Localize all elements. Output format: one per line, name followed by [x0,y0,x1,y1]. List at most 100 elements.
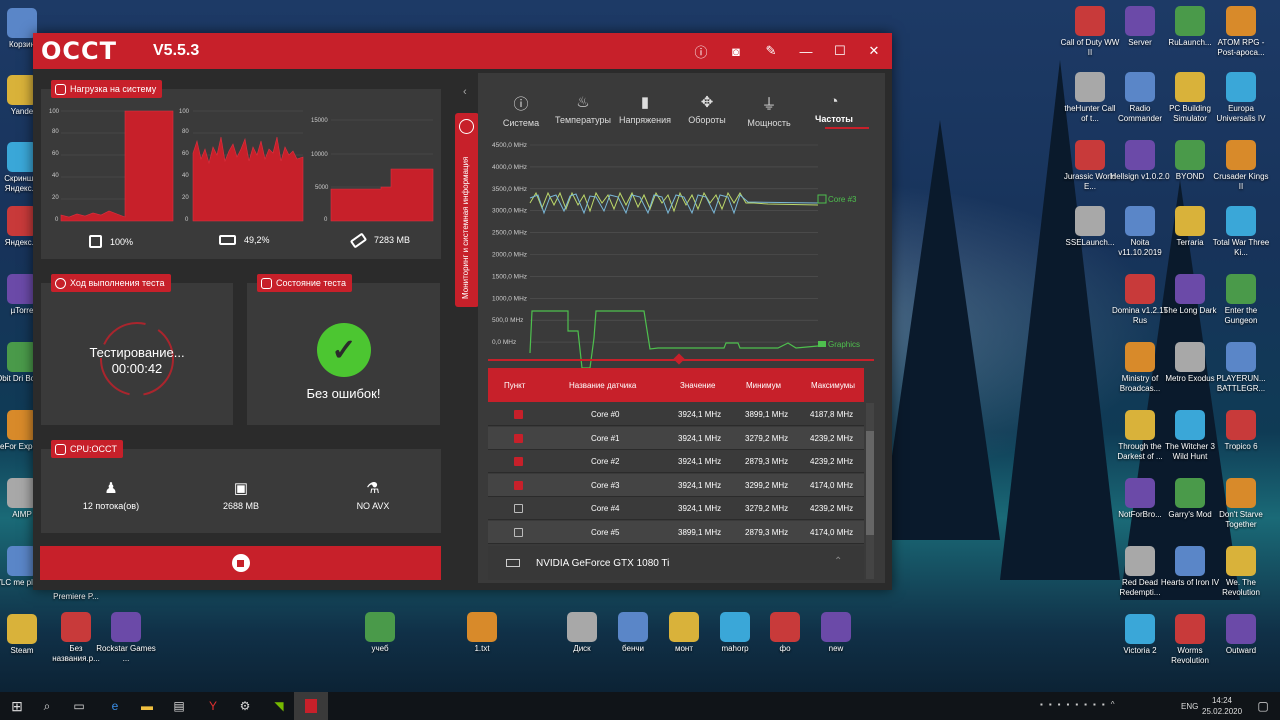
panel-title-state: Состояние теста [257,274,352,292]
memory-value: 2688 MB [222,501,260,511]
task-view-icon[interactable]: ▭ [62,692,96,720]
tab-0[interactable]: ⓘ Система [490,93,552,128]
table-row[interactable]: Core #5 3899,1 MHz 2879,3 MHz 4174,0 MHz [488,520,864,544]
desktop-icon-label: Rockstar Games ... [96,644,156,663]
table-scrollbar[interactable] [866,403,874,579]
header-max[interactable]: Максимумы [811,381,855,390]
sensor-checkbox[interactable] [514,480,523,490]
desktop-icon[interactable]: PLAYERUN... BATTLEGR... [1211,342,1271,394]
app-icon [720,612,750,642]
desktop-icon[interactable]: new [806,612,866,654]
cell-name: Core #4 [591,504,620,513]
app-icon [1226,140,1256,170]
desktop-icon[interactable]: Steam [0,614,52,656]
clock[interactable]: 14:24 25.02.2020 [1202,695,1242,717]
store-icon[interactable]: ▤ [162,692,196,720]
header-min[interactable]: Минимум [746,381,781,390]
search-icon[interactable]: ⌕ [30,692,64,720]
desktop-icon-label: PLAYERUN... BATTLEGR... [1216,374,1266,393]
sensor-checkbox[interactable] [514,504,523,513]
tab-4[interactable]: ⏚ Мощность [738,93,800,128]
gpu-group-name: NVIDIA GeForce GTX 1080 Ti [536,558,670,569]
threads-value: 12 потока(ов) [82,501,140,511]
monitoring-side-tab[interactable]: Мониторинг и системная информация [455,113,479,307]
table-row[interactable]: Core #0 3924,1 MHz 3899,1 MHz 4187,8 MHz [488,403,864,426]
stop-test-button[interactable] [40,546,441,580]
desktop-icon[interactable]: Total War Three Ki... [1211,206,1271,258]
sensor-checkbox[interactable] [514,457,523,466]
edge-icon[interactable]: e [98,692,132,720]
ram-tick: 60 [182,151,189,157]
windows-start-icon[interactable]: ⊞ [0,692,34,720]
desktop-icon[interactable]: We. The Revolution [1211,546,1271,598]
header-sensor-name[interactable]: Название датчика [569,381,636,390]
freq-tick: 3500,0 MHz [492,186,527,193]
cell-min: 3899,1 MHz [745,410,789,419]
collapse-arrow-icon[interactable]: ‹ [463,86,467,98]
desktop-icon-label: Steam [10,646,34,655]
app-icon [1175,546,1205,576]
yandex-browser-icon[interactable]: Y [196,692,230,720]
camera-icon[interactable]: ◙ [726,41,746,61]
thermometer-icon: ♨ [576,94,590,111]
desktop-icon-label: new [828,644,844,653]
close-button[interactable]: ✕ [864,41,884,61]
desktop-icon[interactable]: Tropico 6 [1211,410,1271,452]
desktop-icon[interactable]: Enter the Gungeon [1211,274,1271,326]
language-indicator[interactable]: ENG [1181,702,1198,711]
tab-5[interactable]: ◔ Частоты [803,93,865,124]
maximize-button[interactable]: ☐ [830,41,850,61]
title-bar[interactable]: OCCT V5.5.3 ⓘ ◙ ✎ — ☐ ✕ [33,33,892,69]
desktop-icon[interactable]: Rockstar Games ... [96,612,156,664]
app-icon [1226,274,1256,304]
tab-2[interactable]: ▮ Напряжения [614,93,676,125]
sensor-checkbox[interactable] [514,433,523,443]
cell-value: 3924,1 MHz [678,410,722,419]
notifications-icon[interactable]: ▢ [1246,692,1280,720]
nvidia-icon[interactable]: ◥ [262,692,296,720]
desktop-icon[interactable]: Crusader Kings II [1211,140,1271,192]
cpu-tick: 20 [52,195,59,201]
desktop-icon-label: Don't Starve Together [1219,510,1263,529]
chevron-up-icon[interactable]: ⌃ [834,556,842,567]
table-row[interactable]: Core #2 3924,1 MHz 2879,3 MHz 4239,2 MHz [488,450,864,473]
desktop-icon-label: Enter the Gungeon [1224,306,1258,325]
desktop-icon[interactable]: ATOM RPG - Post-apoca... [1211,6,1271,58]
freq-tick: 4500,0 MHz [492,142,527,149]
table-row[interactable]: Core #1 3924,1 MHz 3279,2 MHz 4239,2 MHz [488,426,864,450]
table-row[interactable]: Core #4 3924,1 MHz 3279,2 MHz 4239,2 MHz [488,497,864,520]
gpu-group-row[interactable]: NVIDIA GeForce GTX 1080 Ti ⌃ [488,546,864,580]
mem-tick: 5000 [315,185,329,191]
sensor-checkbox[interactable] [514,527,523,537]
cell-min: 2879,3 MHz [745,457,789,466]
header-value[interactable]: Значение [680,381,715,390]
desktop-icon[interactable]: 1.txt [452,612,512,654]
desktop-icon[interactable]: Europa Universalis IV [1211,72,1271,124]
freq-tick: 500,0 MHz [492,317,523,324]
ram-load-area [192,136,304,222]
header-point[interactable]: Пункт [504,381,525,390]
freq-tick: 1500,0 MHz [492,273,527,280]
app-icon [1175,614,1205,644]
tab-3[interactable]: ✥ Обороты [676,93,738,125]
occt-taskbar-icon[interactable] [294,692,328,720]
app-icon [567,612,597,642]
desktop-icon[interactable]: Don't Starve Together [1211,478,1271,530]
desktop-icon[interactable]: учеб [350,612,410,654]
mem-usage-value: 7283 MB [374,235,411,245]
tab-1[interactable]: ♨ Температуры [552,93,614,125]
sensor-checkbox[interactable] [514,410,523,419]
file-explorer-icon[interactable]: ▬ [130,692,164,720]
cell-max: 4239,2 MHz [810,433,854,443]
info-icon[interactable]: ⓘ [691,41,711,61]
minimize-button[interactable]: — [796,41,816,61]
tray-icons[interactable]: ▪▪▪▪▪▪▪▪^ [1040,700,1120,709]
table-row[interactable]: Core #3 3924,1 MHz 3299,2 MHz 4174,0 MHz [488,473,864,497]
wrench-icon[interactable]: ✎ [761,41,781,61]
clock-date: 25.02.2020 [1202,707,1243,716]
freq-tick: 1000,0 MHz [492,295,527,302]
desktop-icon-label: ATOM RPG - Post-apoca... [1217,38,1265,57]
steam-icon[interactable]: ⚙ [228,692,262,720]
scrollbar-thumb[interactable] [866,431,874,535]
desktop-icon[interactable]: Outward [1211,614,1271,656]
